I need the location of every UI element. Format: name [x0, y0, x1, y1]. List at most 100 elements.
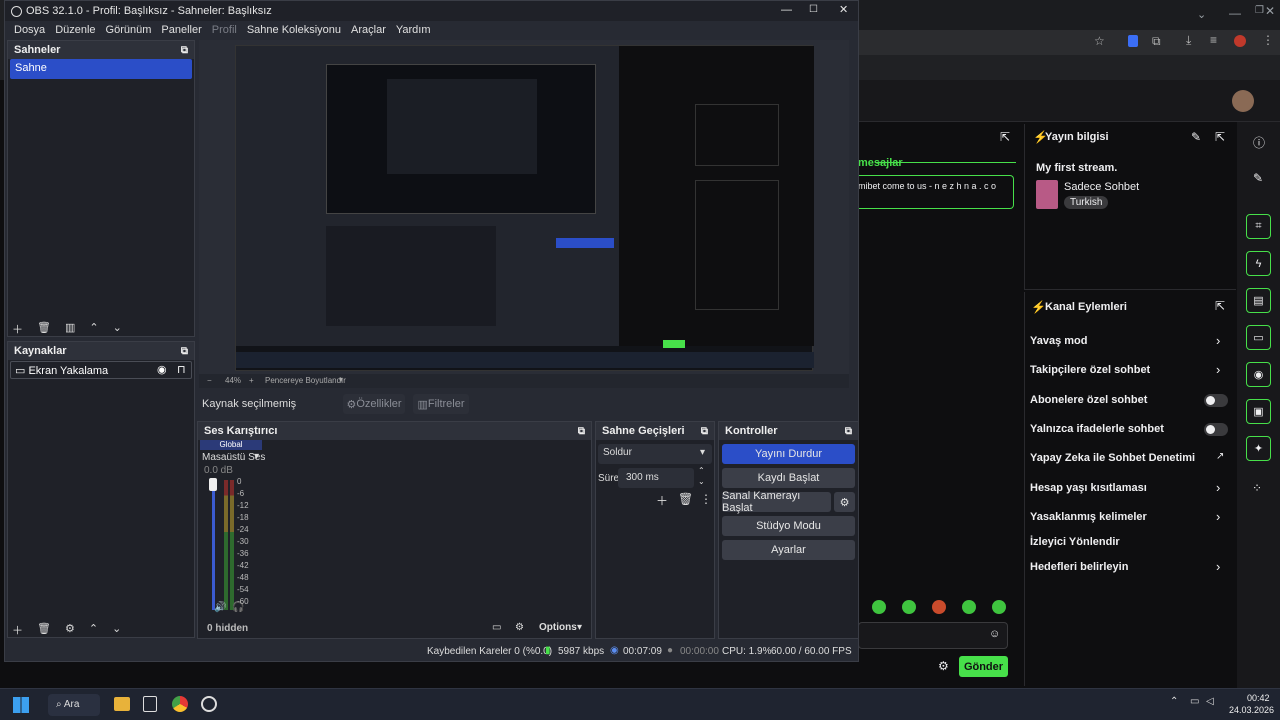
send-button[interactable]: Gönder [959, 656, 1008, 677]
virtual-camera-gear-icon[interactable]: ⚙ [834, 492, 855, 512]
undock-icon[interactable]: ⧉ [701, 426, 708, 437]
file-explorer-icon[interactable] [114, 697, 130, 711]
preview-area[interactable] [199, 40, 849, 374]
external-link-icon[interactable]: ↗ [1216, 451, 1224, 462]
popout-icon[interactable]: ⇱ [1000, 130, 1010, 144]
obs-close-icon[interactable]: ✕ [839, 3, 848, 16]
action-slow-mode[interactable]: Yavaş mod [1030, 335, 1087, 347]
emote-only-toggle[interactable] [1204, 423, 1228, 436]
chat-settings-icon[interactable]: ⚙ [938, 659, 949, 673]
menu-file[interactable]: Dosya [9, 24, 50, 36]
move-down-icon[interactable]: ⌄ [112, 622, 121, 638]
add-icon[interactable]: ＋ [12, 321, 23, 337]
browser-close-icon[interactable]: ✕ [1265, 4, 1275, 18]
chevron-right-icon[interactable]: › [1216, 333, 1220, 348]
windows-start-icon[interactable] [13, 697, 29, 713]
options-button[interactable]: Options [539, 622, 577, 633]
download-icon[interactable]: ⤓ [1186, 33, 1191, 48]
menu-edit[interactable]: Düzenle [50, 24, 100, 36]
visibility-eye-icon[interactable]: ◉ [157, 363, 167, 376]
reading-list-icon[interactable]: ≡ [1210, 33, 1217, 47]
action-emote-only[interactable]: Yalnızca ifadelerle sohbet [1030, 423, 1164, 435]
more-dots-icon[interactable]: ⁘ [1252, 481, 1262, 495]
menu-profile[interactable]: Profil [207, 24, 242, 36]
chevron-right-icon[interactable]: › [1216, 480, 1220, 495]
undock-icon[interactable]: ⧉ [578, 426, 585, 437]
action-goals[interactable]: Hedefleri belirleyin [1030, 561, 1128, 573]
lightning-icon[interactable]: ϟ [1246, 251, 1271, 276]
tray-volume-icon[interactable]: ◁ [1206, 696, 1214, 707]
layout-icon[interactable]: ▣ [1246, 399, 1271, 424]
move-up-icon[interactable]: ⌃ [89, 321, 98, 337]
menu-docks[interactable]: Paneller [156, 24, 206, 36]
tools-icon[interactable]: ✦ [1246, 436, 1271, 461]
action-account-age[interactable]: Hesap yaşı kısıtlaması [1030, 482, 1147, 494]
chrome-icon[interactable] [172, 696, 188, 712]
taskbar-search[interactable]: ⌕ Ara [48, 694, 100, 716]
trash-icon[interactable]: 🗑 [37, 622, 51, 638]
edit-icon[interactable]: ✎ [1253, 171, 1263, 185]
stop-stream-button[interactable]: Yayını Durdur [722, 444, 855, 464]
gear-icon[interactable]: ⚙ [65, 622, 75, 638]
browser-minimize-icon[interactable]: — [1229, 6, 1241, 20]
speaker-icon[interactable]: 🔊 [214, 602, 226, 613]
user-avatar[interactable] [1232, 90, 1254, 112]
info-icon[interactable]: ⓘ [1253, 134, 1265, 151]
browser-chevron-icon[interactable]: ⌄ [1197, 8, 1206, 21]
tray-chevron-icon[interactable]: ⌃ [1170, 696, 1178, 707]
action-ai-moderation[interactable]: Yapay Zeka ile Sohbet Denetimi [1030, 452, 1195, 464]
preview-canvas[interactable] [235, 45, 814, 371]
menu-view[interactable]: Görünüm [101, 24, 157, 36]
properties-button[interactable]: ⚙ Özellikler [343, 394, 405, 414]
volume-slider-handle[interactable] [209, 478, 217, 491]
tag-badge[interactable]: Turkish [1064, 196, 1109, 209]
source-item[interactable]: ▭ Ekran Yakalama ◉ ⊓ [10, 361, 192, 379]
settings-button[interactable]: Ayarlar [722, 540, 855, 560]
duration-field[interactable]: 300 ms [618, 468, 694, 488]
channel-dropdown-icon[interactable]: ▾ [254, 451, 259, 462]
popout-icon[interactable]: ⇱ [1215, 130, 1225, 144]
add-icon[interactable]: ＋ [656, 492, 668, 509]
menu-help[interactable]: Yardım [391, 24, 436, 36]
obs-taskbar-icon[interactable] [201, 696, 217, 712]
dropdown-arrow-icon[interactable]: ▾ [700, 447, 705, 458]
emote-icon[interactable] [962, 600, 976, 614]
chevron-right-icon[interactable]: › [1216, 509, 1220, 524]
action-banned-words[interactable]: Yasaklanmış kelimeler [1030, 511, 1147, 523]
stepper-up-icon[interactable]: ⌃ [698, 466, 705, 475]
studio-mode-button[interactable]: Stüdyo Modu [722, 516, 855, 536]
broadcast-icon[interactable]: ◉ [1246, 362, 1271, 387]
clip-icon[interactable]: ⌗ [1246, 214, 1271, 239]
action-followers-only[interactable]: Takipçilere özel sohbet [1030, 364, 1150, 376]
tray-display-icon[interactable]: ▭ [1190, 696, 1199, 707]
obs-minimize-icon[interactable]: — [781, 4, 792, 16]
stepper-down-icon[interactable]: ⌄ [698, 477, 705, 486]
action-subs-only[interactable]: Abonelere özel sohbet [1030, 394, 1147, 406]
undock-icon[interactable]: ⧉ [845, 426, 852, 437]
menu-scene-collection[interactable]: Sahne Koleksiyonu [242, 24, 346, 36]
lock-icon[interactable]: ⊓ [177, 363, 186, 376]
layout-toggle-icon[interactable]: ▭ [492, 622, 501, 633]
options-dropdown-icon[interactable]: ▾ [577, 622, 582, 633]
start-record-button[interactable]: Kaydı Başlat [722, 468, 855, 488]
emote-icon[interactable] [932, 600, 946, 614]
shield-extension-icon[interactable] [1128, 35, 1138, 47]
emoji-picker-icon[interactable]: ☺ [989, 628, 1000, 640]
bookmark-star-icon[interactable]: ☆ [1094, 34, 1105, 48]
browser-menu-icon[interactable]: ⋮ [1262, 33, 1274, 47]
clock-date[interactable]: 24.03.2026 [1229, 705, 1274, 715]
transition-select[interactable]: Soldur ▾ [598, 444, 712, 464]
popout-icon[interactable]: ⇱ [1215, 299, 1225, 313]
trash-icon[interactable]: 🗑 [37, 321, 51, 337]
chevron-right-icon[interactable]: › [1216, 559, 1220, 574]
trash-icon[interactable]: 🗑 [678, 492, 693, 506]
zoom-in-icon[interactable]: + [249, 376, 254, 385]
profile-icon[interactable] [1234, 35, 1246, 47]
edit-icon[interactable]: ✎ [1191, 130, 1201, 144]
zoom-dropdown-icon[interactable]: ▾ [339, 375, 343, 384]
virtual-camera-button[interactable]: Sanal Kamerayı Başlat [722, 490, 831, 514]
filters-button[interactable]: ▥ Filtreler [413, 394, 469, 414]
chevron-right-icon[interactable]: › [1216, 362, 1220, 377]
chat-input[interactable]: ☺ [858, 622, 1008, 649]
fit-to-window[interactable]: Pencereye Boyutlandır [265, 376, 346, 385]
